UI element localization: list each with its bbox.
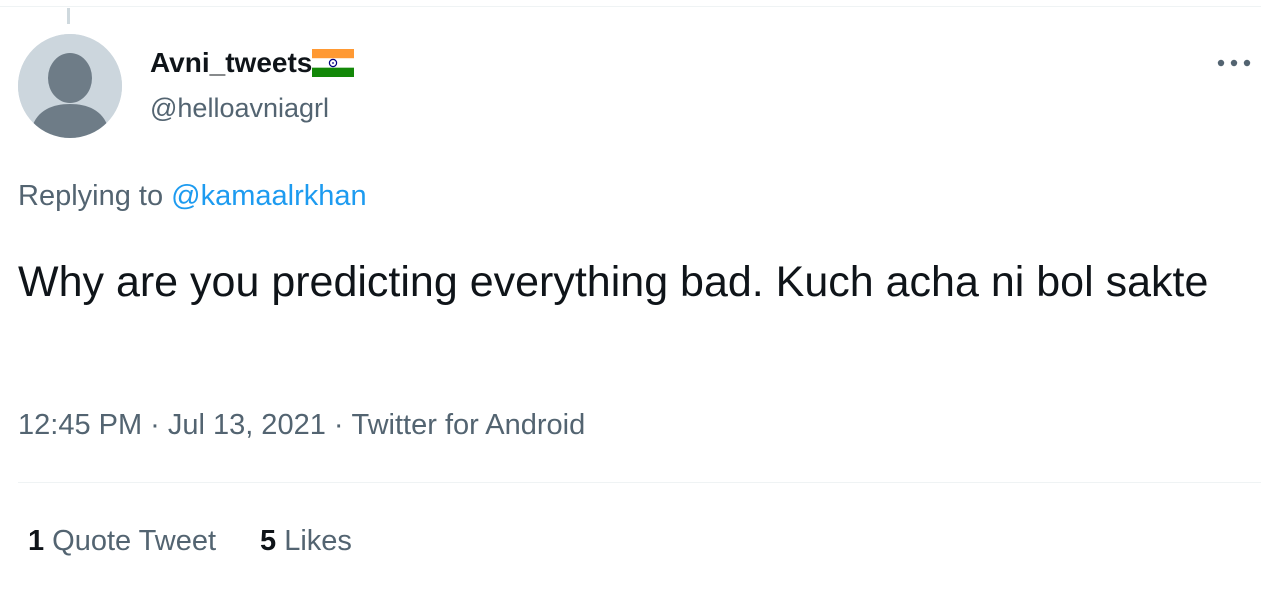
tweet-stats: 1 Quote Tweet 5 Likes: [28, 525, 352, 558]
likes-link[interactable]: 5 Likes: [260, 525, 352, 558]
display-name[interactable]: Avni_tweets: [150, 47, 312, 79]
top-divider: [0, 6, 1261, 7]
replying-to-label: Replying to: [18, 180, 164, 212]
quote-tweets-link[interactable]: 1 Quote Tweet: [28, 525, 216, 558]
user-handle[interactable]: @helloavniagrl: [150, 93, 329, 124]
tweet-date[interactable]: Jul 13, 2021: [168, 409, 326, 441]
reply-mention-link[interactable]: @kamaalrkhan: [171, 180, 366, 212]
default-avatar-icon: [18, 34, 122, 138]
more-options-button[interactable]: [1210, 48, 1258, 78]
meta-separator: ·: [333, 409, 344, 441]
like-label: Likes: [284, 525, 352, 557]
replying-to-line: Replying to @kamaalrkhan: [18, 180, 367, 213]
tweet-meta: 12:45 PM · Jul 13, 2021 · Twitter for Androi…: [18, 409, 585, 442]
thread-connector-line: [67, 8, 70, 24]
stats-divider: [18, 482, 1261, 483]
tweet-card: Avni_tweets @helloavniagrl Replying to @…: [0, 0, 1261, 590]
user-display-name-row[interactable]: Avni_tweets: [150, 47, 355, 79]
india-flag-icon: [312, 49, 355, 77]
tweet-source-link[interactable]: Twitter for Android: [352, 409, 586, 441]
avatar[interactable]: [18, 34, 122, 138]
tweet-time[interactable]: 12:45 PM: [18, 409, 142, 441]
tweet-text: Why are you predicting everything bad. K…: [18, 258, 1209, 306]
more-horizontal-icon: [1217, 59, 1251, 67]
quote-tweet-count: 1: [28, 525, 45, 557]
quote-tweet-label: Quote Tweet: [52, 525, 217, 557]
meta-separator: ·: [150, 409, 160, 441]
like-count: 5: [260, 525, 277, 557]
